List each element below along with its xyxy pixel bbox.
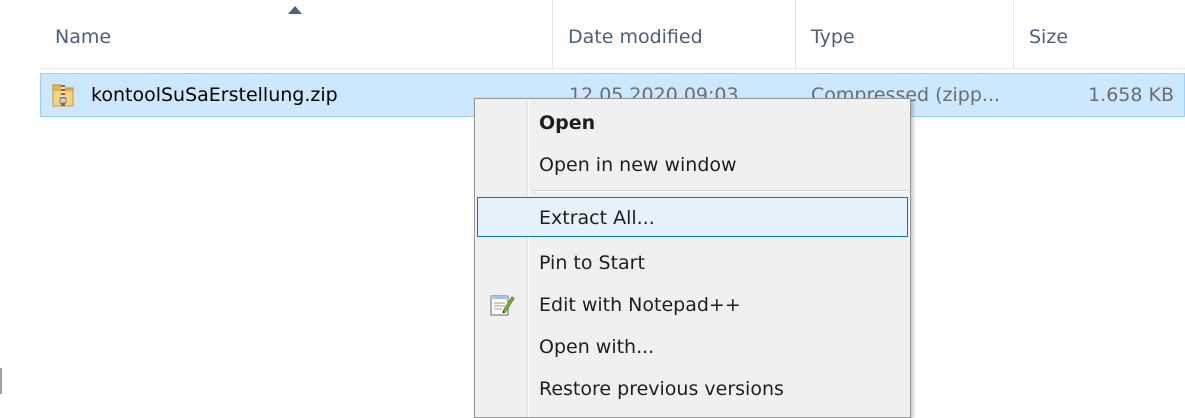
menu-item-open-label: Open	[539, 112, 596, 134]
column-header-name[interactable]: Name	[40, 0, 553, 68]
menu-item-open[interactable]: Open	[477, 103, 908, 143]
menu-item-open-with-label: Open with...	[539, 336, 655, 358]
menu-item-restore-previous-versions[interactable]: Restore previous versions	[477, 369, 908, 409]
column-header-type-label: Type	[811, 26, 855, 48]
menu-item-pin-to-start[interactable]: Pin to Start	[477, 243, 908, 283]
file-name[interactable]: kontoolSuSaErstellung.zip	[91, 74, 338, 116]
menu-item-open-with[interactable]: Open with...	[477, 327, 908, 367]
column-header-size-label: Size	[1029, 26, 1069, 48]
column-header-date-label: Date modified	[568, 26, 703, 48]
menu-item-open-in-new-window-label: Open in new window	[539, 154, 737, 176]
sort-ascending-icon	[288, 6, 302, 14]
menu-item-edit-with-notepad-label: Edit with Notepad++	[539, 294, 741, 316]
column-header-type[interactable]: Type	[796, 0, 1014, 68]
zip-folder-icon	[52, 84, 74, 107]
menu-item-restore-previous-versions-label: Restore previous versions	[539, 378, 784, 400]
menu-item-extract-all[interactable]: Extract All...	[477, 197, 908, 237]
menu-item-extract-all-label: Extract All...	[539, 207, 655, 229]
column-header-date-modified[interactable]: Date modified	[553, 0, 796, 68]
menu-item-edit-with-notepad[interactable]: Edit with Notepad++	[477, 285, 908, 325]
menu-item-open-in-new-window[interactable]: Open in new window	[477, 145, 908, 185]
column-header-size[interactable]: Size	[1014, 0, 1185, 68]
column-header-name-label: Name	[55, 26, 112, 48]
context-menu: Open Open in new window Extract All... P…	[474, 98, 911, 418]
menu-item-pin-to-start-label: Pin to Start	[539, 252, 645, 274]
file-size: 1.658 KB	[1088, 84, 1174, 106]
column-header-row: Name Date modified Type Size	[40, 0, 1185, 69]
notepad-plus-plus-icon	[490, 295, 515, 316]
window-edge	[0, 368, 2, 394]
menu-separator	[531, 190, 908, 192]
